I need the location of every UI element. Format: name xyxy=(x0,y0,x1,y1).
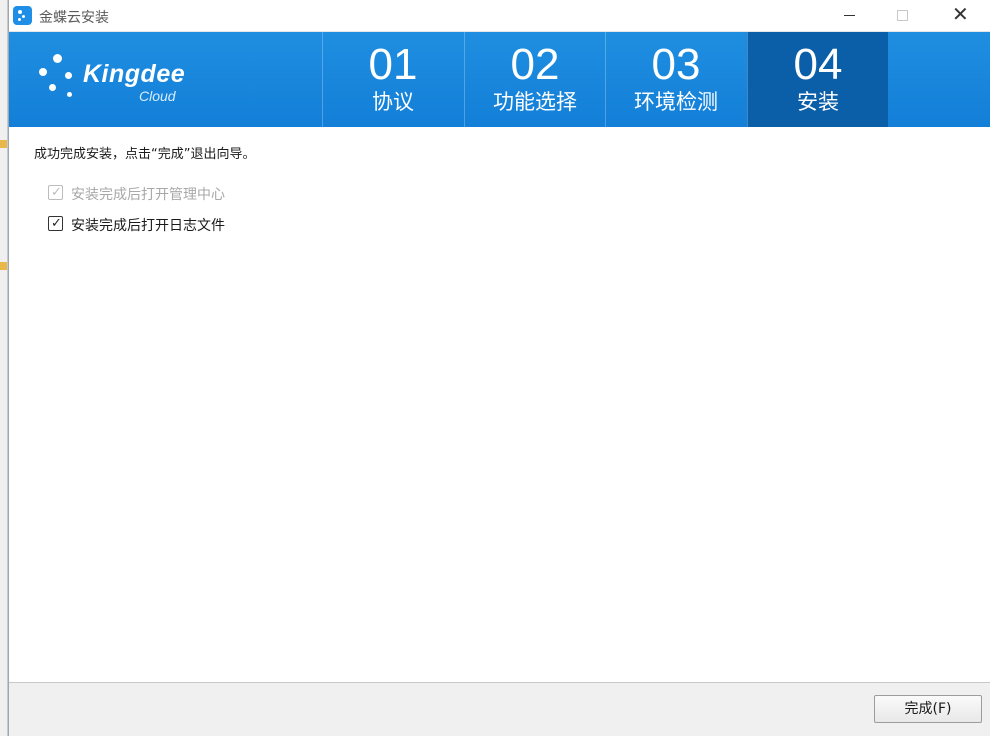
step-number: 03 xyxy=(651,40,701,89)
step-03: 03 环境检测 xyxy=(605,32,746,127)
header-banner: Kingdee Cloud 01 协议 02 功能选择 03 环境检测 04 安… xyxy=(9,32,990,127)
background-marker xyxy=(0,262,7,270)
maximize-button xyxy=(879,0,925,32)
step-02: 02 功能选择 xyxy=(464,32,605,127)
content-area: 成功完成安装，点击“完成”退出向导。 ✓ 安装完成后打开管理中心 ✓ 安装完成后… xyxy=(9,127,990,682)
checkmark-icon: ✓ xyxy=(51,216,62,231)
logo-brand: Kingdee xyxy=(83,60,186,88)
step-label: 功能选择 xyxy=(493,90,577,114)
step-number: 04 xyxy=(793,40,843,89)
minimize-button[interactable] xyxy=(826,0,872,32)
step-01: 01 协议 xyxy=(322,32,463,127)
footer-bar: 完成(F) xyxy=(9,682,990,736)
kingdee-logo: Kingdee Cloud xyxy=(39,50,199,110)
step-label: 协议 xyxy=(372,90,414,114)
completion-message: 成功完成安装，点击“完成”退出向导。 xyxy=(34,147,256,162)
maximize-icon xyxy=(897,10,908,21)
checkbox-box: ✓ xyxy=(48,185,63,200)
checkbox-label[interactable]: 安装完成后打开日志文件 xyxy=(71,215,225,235)
title-bar: 金蝶云安装 ✕ xyxy=(9,0,990,32)
step-number: 02 xyxy=(510,40,560,89)
background-marker xyxy=(0,140,7,148)
logo-dot xyxy=(67,92,72,97)
logo-sub: Cloud xyxy=(139,88,176,104)
step-04-active: 04 安装 xyxy=(747,32,888,127)
close-icon: ✕ xyxy=(952,2,969,26)
checkbox-label: 安装完成后打开管理中心 xyxy=(71,187,225,203)
logo-dot xyxy=(65,72,72,79)
finish-button[interactable]: 完成(F) xyxy=(874,695,982,723)
checkbox-box[interactable]: ✓ xyxy=(48,216,63,231)
background-window-edge xyxy=(0,0,8,736)
checkmark-icon: ✓ xyxy=(51,185,62,200)
step-label: 安装 xyxy=(797,90,839,114)
window-title: 金蝶云安装 xyxy=(39,10,109,26)
logo-dot xyxy=(39,68,47,76)
logo-dot xyxy=(53,54,62,63)
minimize-icon xyxy=(844,15,855,16)
step-label: 环境检测 xyxy=(634,90,718,114)
step-number: 01 xyxy=(368,40,418,89)
close-button[interactable]: ✕ xyxy=(937,0,983,32)
logo-dot xyxy=(49,84,56,91)
kingdee-app-icon xyxy=(13,6,32,25)
installer-window: 金蝶云安装 ✕ Kingdee Cloud 01 协议 02 功能选择 03 环… xyxy=(8,0,990,736)
